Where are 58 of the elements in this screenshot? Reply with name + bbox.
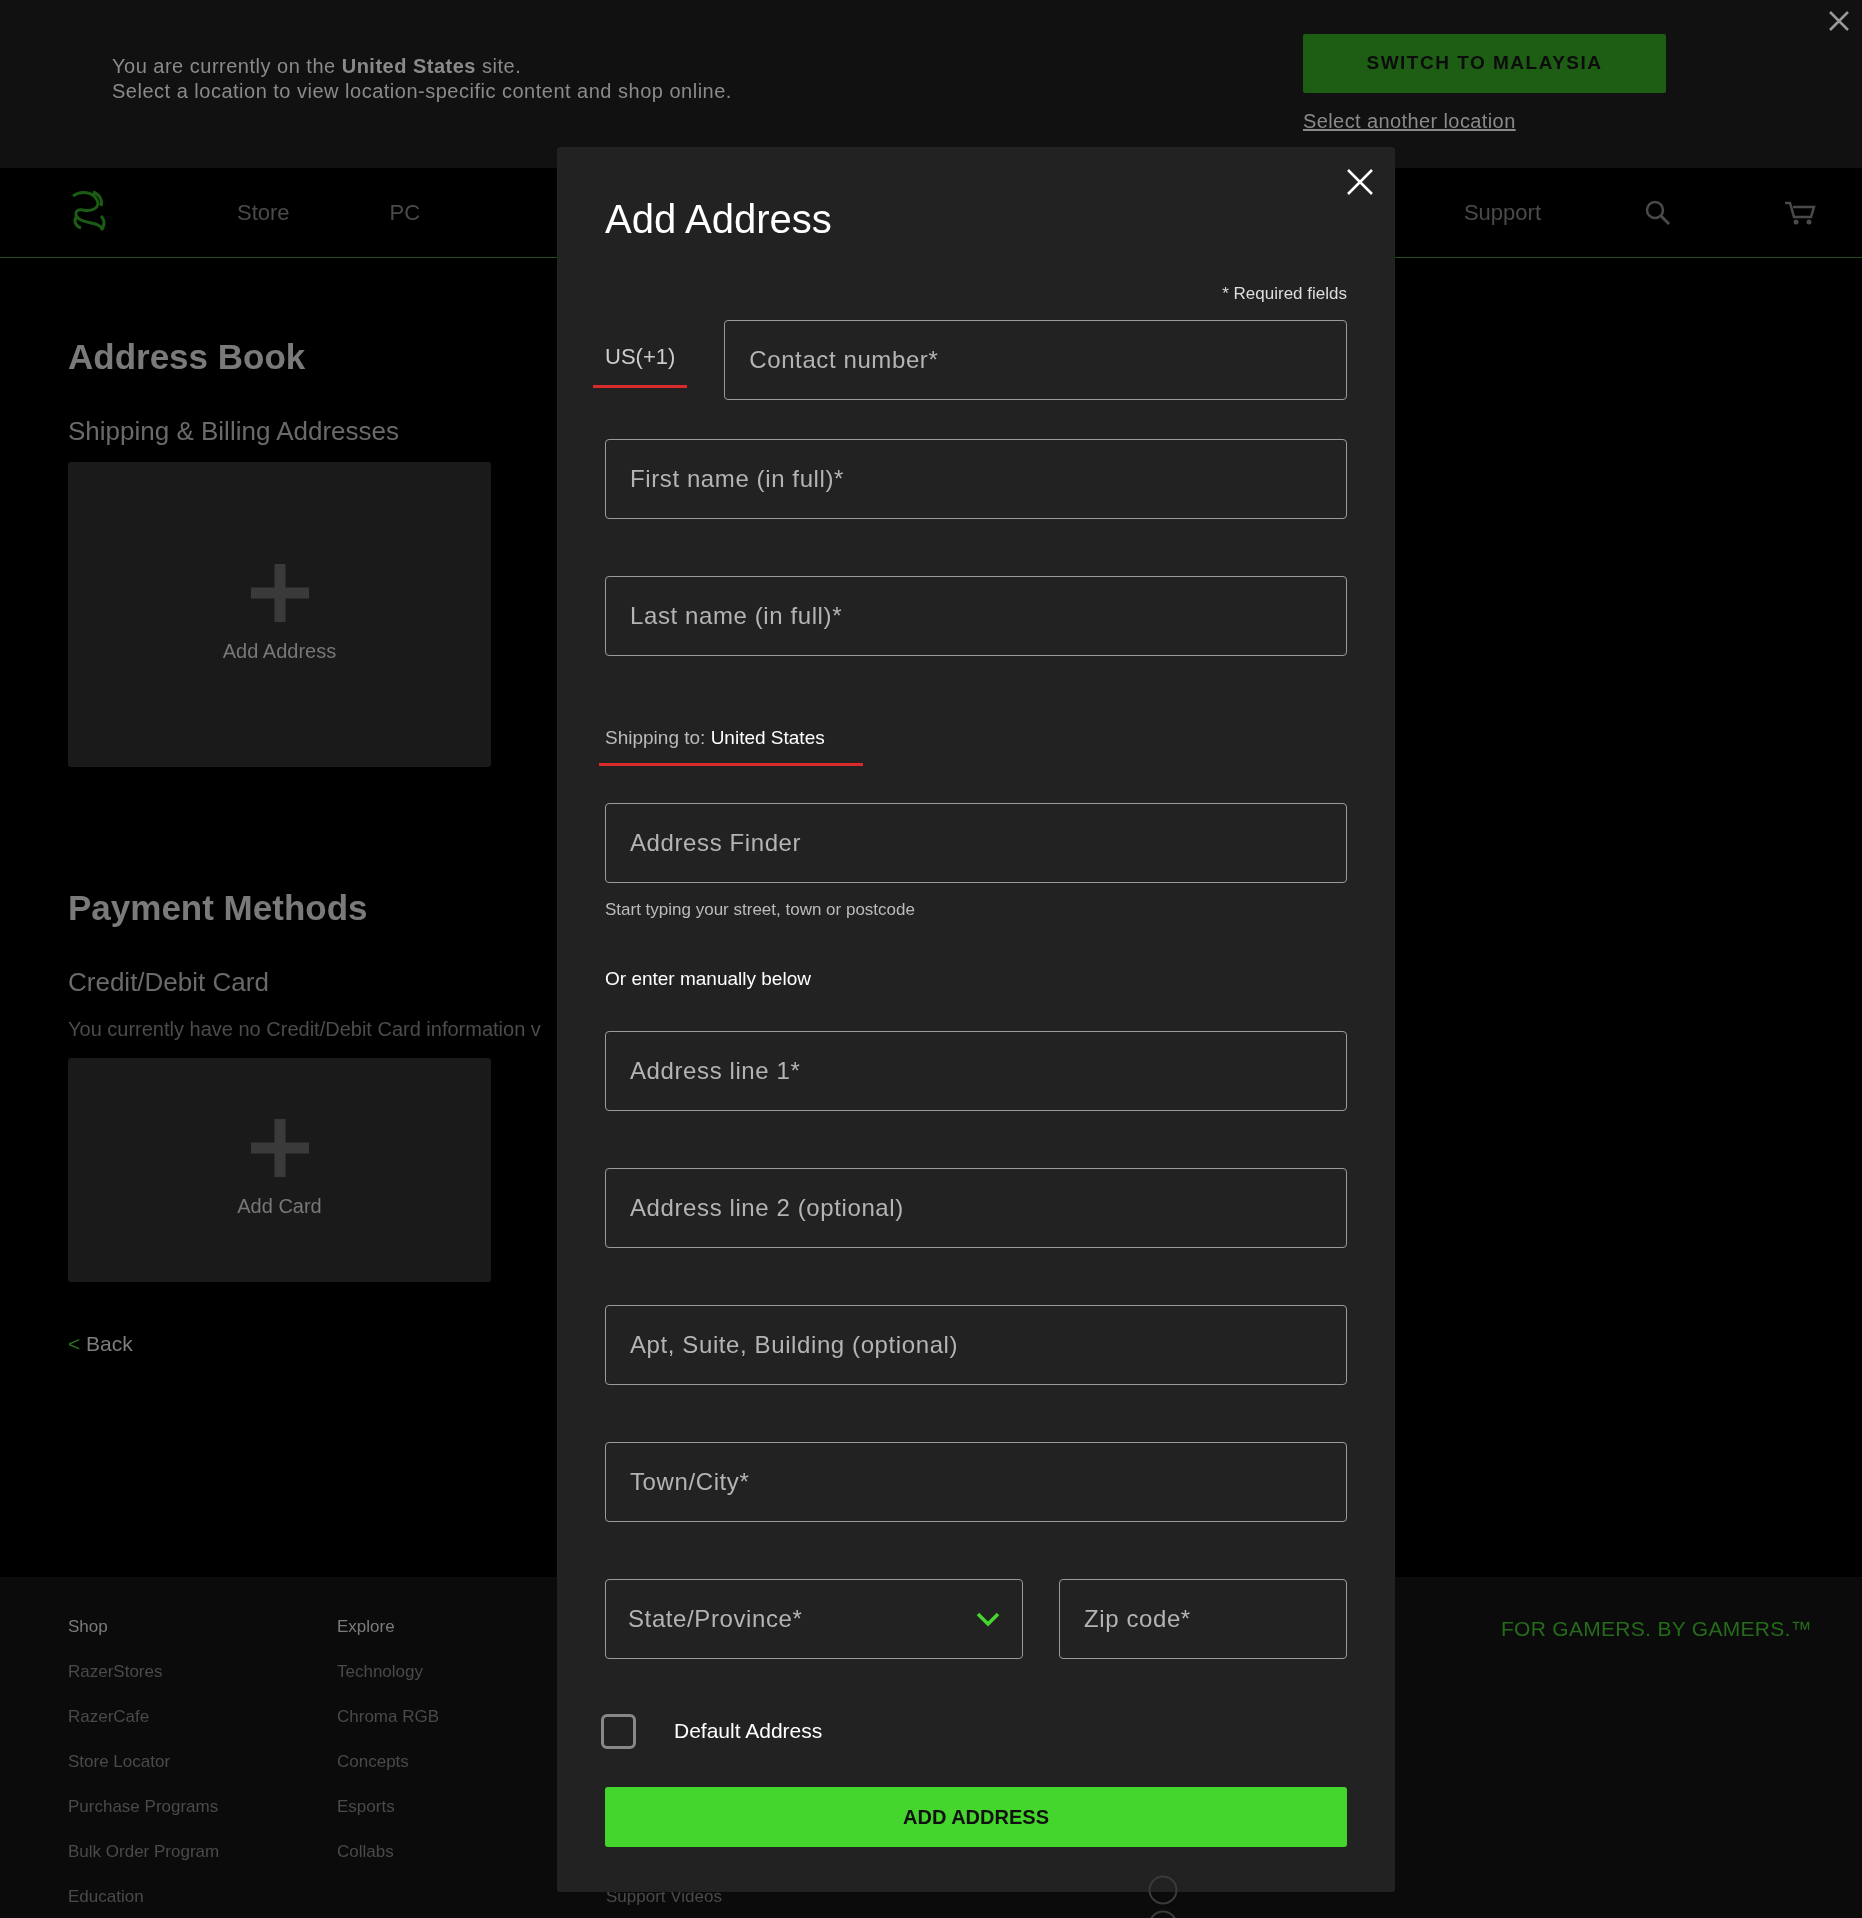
footer-link[interactable]: Esports bbox=[337, 1784, 395, 1829]
footer-link[interactable]: Education bbox=[68, 1874, 144, 1918]
chevron-down-icon bbox=[976, 1610, 1000, 1627]
footer-link[interactable]: Chroma RGB bbox=[337, 1694, 440, 1739]
select-location-link[interactable]: Select another location bbox=[1303, 106, 1516, 136]
social-circle-icon[interactable] bbox=[1148, 1875, 1178, 1905]
section-subheading: Shipping & Billing Addresses bbox=[68, 416, 399, 448]
footer-link[interactable]: Bulk Order Program bbox=[68, 1829, 220, 1874]
footer-link[interactable]: Purchase Programs bbox=[68, 1784, 219, 1829]
switch-location-button[interactable]: SWITCH TO MALAYSIA bbox=[1303, 34, 1666, 93]
country-code-selector[interactable]: US(+1) bbox=[593, 332, 688, 388]
dialog-title: Add Address bbox=[605, 196, 833, 243]
back-link[interactable]: < Back bbox=[68, 1328, 133, 1360]
address-line-field[interactable]: Address line 2 (optional) bbox=[605, 1167, 1347, 1248]
footer-link[interactable]: RazerStores bbox=[68, 1649, 163, 1694]
section-subheading: Credit/Debit Card bbox=[68, 967, 269, 999]
add-address-button[interactable]: ADD ADDRESS bbox=[605, 1786, 1347, 1847]
footer-link[interactable]: Store Locator bbox=[68, 1739, 171, 1784]
tile-label: Add Address bbox=[222, 638, 337, 664]
plus-icon bbox=[250, 1119, 309, 1178]
town-city-field[interactable]: Town/City* bbox=[605, 1441, 1347, 1522]
nav-link[interactable]: Support bbox=[1463, 196, 1541, 229]
add-tile[interactable]: Add Address bbox=[68, 462, 491, 768]
nav-link[interactable]: Store bbox=[237, 196, 290, 229]
footer-link[interactable]: RazerCafe bbox=[68, 1694, 150, 1739]
state-select[interactable]: State/Province* bbox=[605, 1578, 1023, 1659]
zip-code-field[interactable]: Zip code* bbox=[1059, 1578, 1347, 1659]
tile-label: Add Card bbox=[237, 1194, 322, 1220]
tagline: FOR GAMERS. BY GAMERS.™ bbox=[1500, 1616, 1812, 1642]
cart-icon[interactable] bbox=[1784, 199, 1816, 226]
section-heading: Payment Methods bbox=[68, 887, 368, 930]
footer-heading: Shop bbox=[68, 1616, 109, 1638]
required-note: * Required fields bbox=[1221, 283, 1347, 305]
checkbox[interactable] bbox=[601, 1713, 636, 1749]
location-message: You are currently on the United States site. bbox=[112, 54, 522, 79]
manual-entry-note: Or enter manually below bbox=[605, 967, 812, 991]
location-instructions: Select a location to view location-specific content and shop online. bbox=[112, 79, 732, 104]
payment-note: You currently have no Credit/Debit Card information v bbox=[68, 1017, 541, 1043]
field-hint: Start typing your street, town or postcode bbox=[605, 898, 916, 921]
footer-link[interactable]: Technology bbox=[337, 1649, 423, 1694]
last-name-field[interactable]: Last name (in full)* bbox=[605, 576, 1347, 656]
address-finder-field[interactable]: Address Finder bbox=[605, 802, 1347, 883]
section-heading: Address Book bbox=[68, 336, 306, 378]
close-icon[interactable] bbox=[1828, 10, 1850, 32]
nav-link[interactable]: PC bbox=[389, 196, 421, 229]
address-line-field[interactable]: Address line 1* bbox=[605, 1030, 1347, 1111]
address-line-field[interactable]: Apt, Suite, Building (optional) bbox=[605, 1304, 1347, 1385]
footer-heading: Explore bbox=[337, 1616, 396, 1638]
contact-number-field[interactable]: Contact number* bbox=[724, 320, 1347, 400]
add-tile[interactable]: Add Card bbox=[68, 1058, 491, 1283]
checkbox-label: Default Address bbox=[674, 1718, 823, 1745]
plus-icon bbox=[250, 563, 309, 622]
close-button[interactable] bbox=[1347, 169, 1373, 195]
footer-link[interactable]: Concepts bbox=[337, 1739, 409, 1784]
search-icon[interactable] bbox=[1645, 199, 1671, 226]
footer-link[interactable]: Collabs bbox=[337, 1829, 394, 1874]
first-name-field[interactable]: First name (in full)* bbox=[605, 439, 1347, 519]
shipping-country-selector[interactable]: Shipping to: United States bbox=[599, 716, 863, 766]
